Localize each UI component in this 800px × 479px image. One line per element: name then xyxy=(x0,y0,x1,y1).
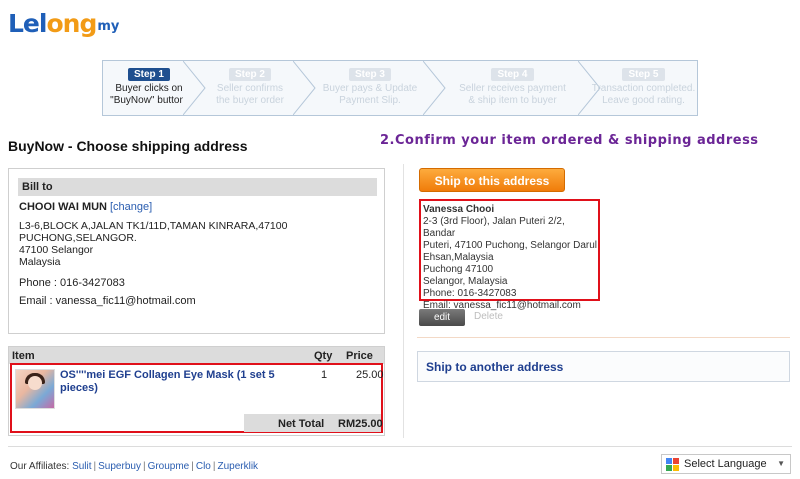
bill-to-name: CHOOI WAI MUN xyxy=(19,201,107,213)
step-text-line1: Seller confirms xyxy=(216,83,284,94)
step-badge: Step 4 xyxy=(491,68,534,81)
step-text-line2: Payment Slip. xyxy=(339,95,401,106)
logo-text-part1: Lel xyxy=(8,9,47,38)
divider xyxy=(417,337,790,338)
col-header-price: Price xyxy=(346,350,373,362)
ship-address-line: Ehsan,Malaysia xyxy=(423,252,494,263)
col-header-item: Item xyxy=(12,350,35,362)
step-badge: Step 1 xyxy=(127,68,170,81)
product-price: 25.00 xyxy=(356,369,384,381)
ship-to-another-address-link[interactable]: Ship to another address xyxy=(417,351,790,382)
step-text-line1: Buyer pays & Update xyxy=(322,83,418,94)
change-billing-link[interactable]: [change] xyxy=(110,201,152,213)
bill-to-panel: Bill to CHOOI WAI MUN [change] L3-6,BLOCK… xyxy=(8,168,385,334)
separator: | xyxy=(212,461,216,472)
ship-address-line: 2-3 (3rd Floor), Jalan Puteri 2/2, Banda… xyxy=(423,216,565,239)
language-selector[interactable]: Select Language ▼ xyxy=(661,454,791,474)
affiliate-link-zuperklik[interactable]: Zuperklik xyxy=(217,461,258,472)
delete-address-link[interactable]: Delete xyxy=(474,311,503,322)
thumbnail-face xyxy=(28,376,42,390)
step-badge: Step 3 xyxy=(348,68,391,81)
logo-text-part3: my xyxy=(97,19,120,34)
ship-phone: Phone: 016-3427083 xyxy=(423,288,517,299)
affiliate-link-sulit[interactable]: Sulit xyxy=(72,461,91,472)
ordered-item-highlight: OS''''mei EGF Collagen Eye Mask (1 set 5… xyxy=(10,363,384,433)
ship-address-line: Puchong 47100 xyxy=(423,264,494,275)
bill-to-phone: Phone : 016-3427083 xyxy=(19,277,125,289)
bill-to-email: Email : vanessa_fic11@hotmail.com xyxy=(19,295,196,307)
affiliate-link-clo[interactable]: Clo xyxy=(196,461,211,472)
step-2: Step 2 Seller confirms the buyer order xyxy=(195,61,316,115)
net-total-row: Net Total RM25.00 xyxy=(244,414,383,432)
step-text-line1: Buyer clicks on xyxy=(115,83,183,94)
affiliates-label: Our Affiliates: xyxy=(10,461,70,472)
footer-divider xyxy=(8,446,792,447)
progress-steps: Step 1 Buyer clicks on "BuyNow" button. … xyxy=(102,60,698,116)
lelong-logo[interactable]: Lel ong my xyxy=(8,6,119,38)
ship-to-this-address-button[interactable]: Ship to this address xyxy=(419,168,565,192)
step-text-line2: the buyer order xyxy=(216,95,284,106)
table-header: Item Qty Price xyxy=(9,347,384,364)
shipping-address-highlight: Vanessa Chooi 2-3 (3rd Floor), Jalan Put… xyxy=(419,199,600,311)
step-badge: Step 5 xyxy=(622,68,665,81)
step-1: Step 1 Buyer clicks on "BuyNow" button. xyxy=(103,61,206,115)
address-line: 47100 Selangor xyxy=(19,244,94,256)
step-text-line2: "BuyNow" button. xyxy=(110,95,188,106)
step-badge: Step 2 xyxy=(228,68,271,81)
order-items-table: Item Qty Price OS''''mei EGF Collagen Ey… xyxy=(8,346,385,436)
product-qty: 1 xyxy=(321,369,328,381)
address-line: L3-6,BLOCK A,JALAN TK1/11D,TAMAN KINRARA… xyxy=(19,220,288,232)
net-total-value: RM25.00 xyxy=(338,418,383,430)
column-divider xyxy=(403,164,404,438)
google-icon xyxy=(666,458,679,471)
bill-to-address: L3-6,BLOCK A,JALAN TK1/11D,TAMAN KINRARA… xyxy=(19,220,319,268)
separator: | xyxy=(142,461,146,472)
separator: | xyxy=(191,461,194,472)
confirm-instruction: 2.Confirm your item ordered & shipping a… xyxy=(380,133,759,148)
product-name-link[interactable]: OS''''mei EGF Collagen Eye Mask (1 set 5… xyxy=(60,369,300,395)
ship-address-line: Puteri, 47100 Puchong, Selangor Darul xyxy=(423,240,598,251)
affiliate-link-groupme[interactable]: Groupme xyxy=(148,461,190,472)
bill-to-header: Bill to xyxy=(18,178,377,196)
step-4: Step 4 Seller receives payment & ship it… xyxy=(435,61,601,115)
step-text-line2: & ship item to buyer xyxy=(468,95,557,106)
language-selector-label: Select Language xyxy=(684,458,767,470)
step-3: Step 3 Buyer pays & Update Payment Slip. xyxy=(305,61,446,115)
ship-name: Vanessa Chooi xyxy=(423,204,495,215)
net-total-label: Net Total xyxy=(278,418,325,430)
logo-text-part2: ong xyxy=(46,9,97,38)
step-text-line1: Seller receives payment xyxy=(459,83,566,94)
col-header-qty: Qty xyxy=(314,350,333,362)
step-text-line2: Leave good rating. xyxy=(602,95,685,106)
chevron-down-icon: ▼ xyxy=(777,459,785,468)
address-line: PUCHONG,SELANGOR. xyxy=(19,232,137,244)
affiliate-link-superbuy[interactable]: Superbuy xyxy=(98,461,141,472)
address-line: Malaysia xyxy=(19,256,61,268)
product-thumbnail[interactable] xyxy=(15,369,55,409)
ship-address-line: Selangor, Malaysia xyxy=(423,276,508,287)
affiliates-row: Our Affiliates: Sulit | Superbuy | Groupme | C… xyxy=(10,461,258,472)
step-text-line1: Transaction completed. xyxy=(591,83,696,94)
bill-to-name-row: CHOOI WAI MUN [change] xyxy=(19,201,152,213)
edit-address-button[interactable]: edit xyxy=(419,309,465,326)
separator: | xyxy=(93,461,97,472)
step-5: Step 5 Transaction completed. Leave good… xyxy=(590,61,697,115)
page-title: BuyNow - Choose shipping address xyxy=(8,138,248,154)
